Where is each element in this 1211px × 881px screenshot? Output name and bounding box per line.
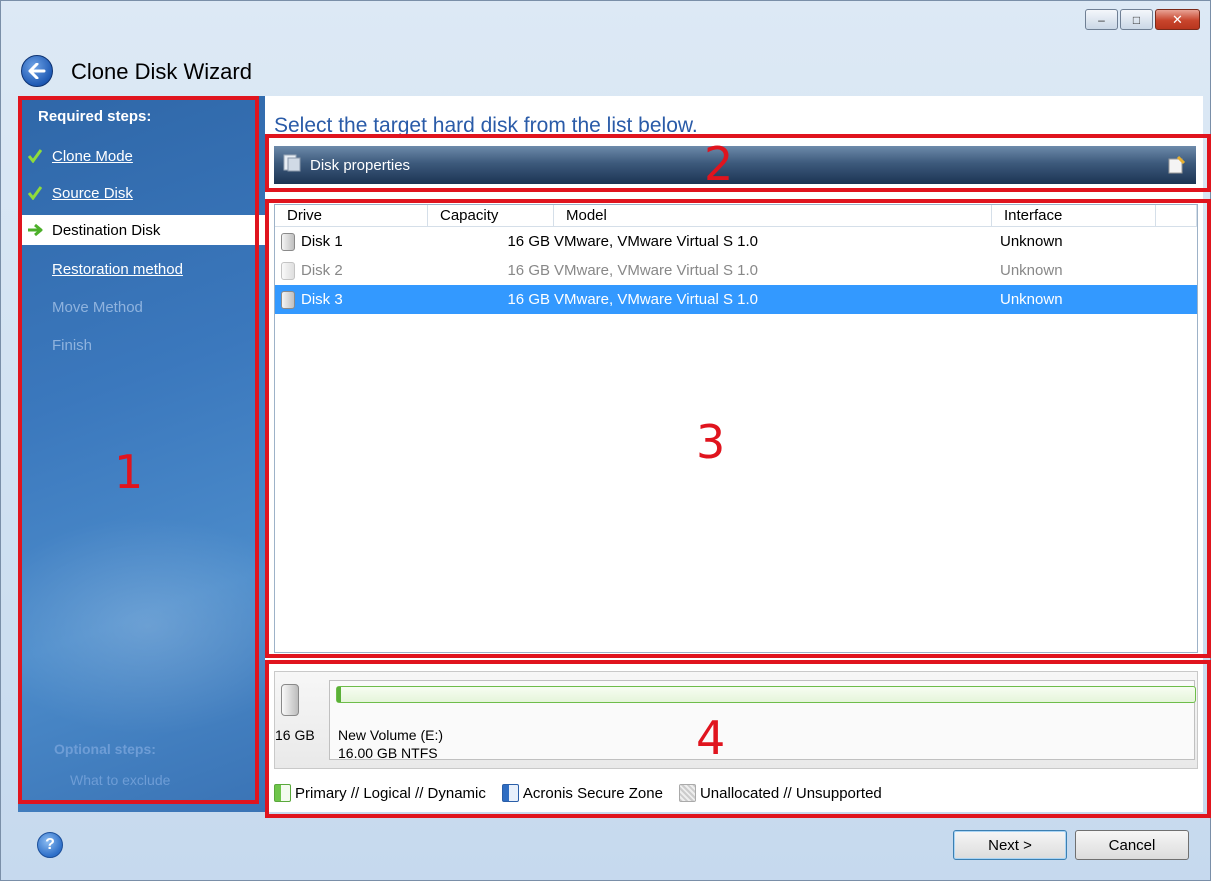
drive-cell: Disk 1 (301, 233, 343, 250)
step-source-disk[interactable]: Source Disk (18, 178, 265, 208)
interface-cell: Unknown (1000, 233, 1063, 250)
title-bar: – □ ✕ Clone Disk Wizard (1, 1, 1210, 96)
annotation-number-2: 2 (704, 137, 734, 191)
annotation-number-4: 4 (696, 711, 726, 765)
step-label: Destination Disk (52, 221, 161, 239)
volume-filesystem: 16.00 GB NTFS (338, 745, 438, 761)
minimize-button[interactable]: – (1085, 9, 1118, 30)
step-label: Restoration method (52, 260, 183, 278)
legend-label: Acronis Secure Zone (522, 784, 663, 802)
maximize-icon: □ (1132, 12, 1141, 27)
disk-properties-icon (282, 153, 302, 177)
step-finish: Finish (18, 330, 265, 360)
hard-disk-icon (281, 290, 295, 309)
capacity-cell: 16 GB (507, 262, 550, 279)
list-header: Drive Capacity Model Interface (275, 205, 1197, 227)
window-controls: – □ ✕ (1085, 9, 1200, 30)
primary-partition-swatch-icon (274, 784, 291, 802)
column-header-interface[interactable]: Interface (992, 205, 1156, 226)
disk-toolbar: Disk properties (274, 146, 1196, 184)
checkmark-icon (18, 186, 52, 200)
hard-disk-icon (281, 261, 295, 280)
step-label: Source Disk (52, 184, 133, 202)
target-disk-list[interactable]: Drive Capacity Model Interface Disk 1 16… (274, 204, 1198, 653)
model-cell: VMware, VMware Virtual S 1.0 (554, 233, 758, 250)
table-row: Disk 2 16 GB VMware, VMware Virtual S 1.… (275, 256, 1197, 285)
cancel-button[interactable]: Cancel (1075, 830, 1189, 860)
help-icon: ? (45, 836, 55, 853)
checkmark-icon (18, 149, 52, 163)
step-what-to-exclude[interactable]: What to exclude (70, 772, 170, 788)
close-icon: ✕ (1172, 12, 1183, 27)
column-header-capacity[interactable]: Capacity (428, 205, 554, 226)
step-clone-mode[interactable]: Clone Mode (18, 141, 265, 171)
current-step-arrow-icon (18, 223, 52, 237)
instruction-text: Select the target hard disk from the lis… (274, 114, 698, 137)
step-move-method: Move Method (18, 292, 265, 322)
step-restoration-method[interactable]: Restoration method (18, 254, 265, 284)
partition-legend: Primary // Logical // Dynamic Acronis Se… (274, 779, 892, 807)
interface-cell: Unknown (1000, 291, 1063, 308)
table-row-selected[interactable]: Disk 3 16 GB VMware, VMware Virtual S 1.… (275, 285, 1197, 314)
sidebar-decoration (18, 516, 265, 736)
disk-properties-button[interactable]: Disk properties (310, 157, 410, 174)
unallocated-swatch-icon (678, 784, 696, 802)
secure-zone-swatch-icon (501, 784, 519, 802)
drive-cell: Disk 3 (301, 291, 343, 308)
annotation-number-1: 1 (114, 445, 144, 499)
legend-label: Unallocated // Unsupported (699, 784, 882, 802)
column-header-model[interactable]: Model (554, 205, 992, 226)
model-cell: VMware, VMware Virtual S 1.0 (554, 291, 758, 308)
capacity-cell: 16 GB (507, 233, 550, 250)
column-header-drive[interactable]: Drive (275, 205, 428, 226)
volume-name: New Volume (E:) (338, 727, 444, 743)
partition-block[interactable]: New Volume (E:) 16.00 GB NTFS (329, 680, 1196, 761)
minimize-icon: – (1098, 12, 1105, 27)
optional-steps-heading: Optional steps: (54, 741, 156, 757)
annotation-number-3: 3 (696, 415, 726, 469)
help-button[interactable]: ? (37, 832, 63, 858)
step-destination-disk[interactable]: Destination Disk (18, 215, 265, 245)
close-button[interactable]: ✕ (1155, 9, 1200, 30)
step-label: Clone Mode (52, 147, 133, 165)
back-button[interactable] (21, 55, 53, 87)
drive-cell: Disk 2 (301, 262, 343, 279)
disk-size-label: 16 GB (275, 727, 315, 743)
table-row[interactable]: Disk 1 16 GB VMware, VMware Virtual S 1.… (275, 227, 1197, 256)
interface-cell: Unknown (1000, 262, 1063, 279)
partition-usage-bar (336, 686, 1196, 703)
disk-layout-map: 16 GB New Volume (E:) 16.00 GB NTFS (274, 671, 1198, 769)
properties-sheet-icon[interactable] (1166, 155, 1186, 179)
step-label: Finish (52, 336, 93, 354)
next-button[interactable]: Next > (953, 830, 1067, 860)
main-panel: Select the target hard disk from the lis… (265, 96, 1203, 812)
step-label: Move Method (52, 298, 143, 316)
maximize-button[interactable]: □ (1120, 9, 1153, 30)
required-steps-heading: Required steps: (38, 108, 152, 125)
hard-disk-icon (281, 684, 299, 716)
legend-label: Primary // Logical // Dynamic (295, 784, 486, 802)
clone-disk-wizard-window: – □ ✕ Clone Disk Wizard Required steps: … (0, 0, 1211, 881)
model-cell: VMware, VMware Virtual S 1.0 (554, 262, 758, 279)
hard-disk-icon (281, 232, 295, 251)
capacity-cell: 16 GB (507, 291, 550, 308)
back-arrow-icon (28, 63, 46, 79)
wizard-title: Clone Disk Wizard (71, 59, 252, 84)
